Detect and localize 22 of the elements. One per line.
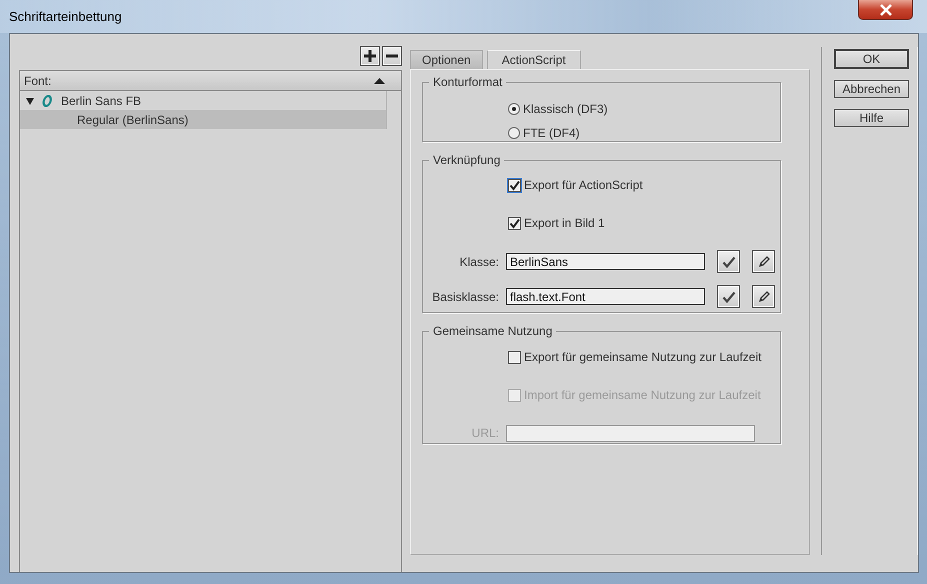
field-label: Klasse: [458,254,500,270]
tree-label: Berlin Sans FB [61,92,142,110]
group-title: Verknüpfung [429,153,504,167]
checkbox-label[interactable]: Export in Bild 1 [524,214,605,232]
tab[interactable]: ActionScript [486,50,581,69]
window-title: Schriftarteinbettung [9,8,122,26]
dialog-button[interactable]: Hilfe [834,109,909,127]
group-title: Konturformat [429,75,506,89]
dialog-button[interactable]: OK [834,49,909,69]
column-header[interactable]: Font: [24,72,52,90]
field-label: URL: [470,425,500,442]
radio-label[interactable]: FTE (DF4) [523,124,580,142]
checkbox-label[interactable]: Export für ActionScript [524,176,643,194]
dialog-button[interactable]: Abbrechen [834,80,909,98]
tree-row[interactable]: Regular (BerlinSans) [20,110,387,129]
text-field[interactable]: flash.text.Font [506,288,705,305]
checkbox-label[interactable]: Export für gemeinsame Nutzung zur Laufzeit [524,348,762,366]
tab[interactable]: Optionen [410,50,483,69]
radio-label[interactable]: Klassisch (DF3) [523,100,608,118]
text-field[interactable]: BerlinSans [506,253,705,270]
field-label: Basisklasse: [431,288,500,306]
group-title: Gemeinsame Nutzung [429,324,556,338]
